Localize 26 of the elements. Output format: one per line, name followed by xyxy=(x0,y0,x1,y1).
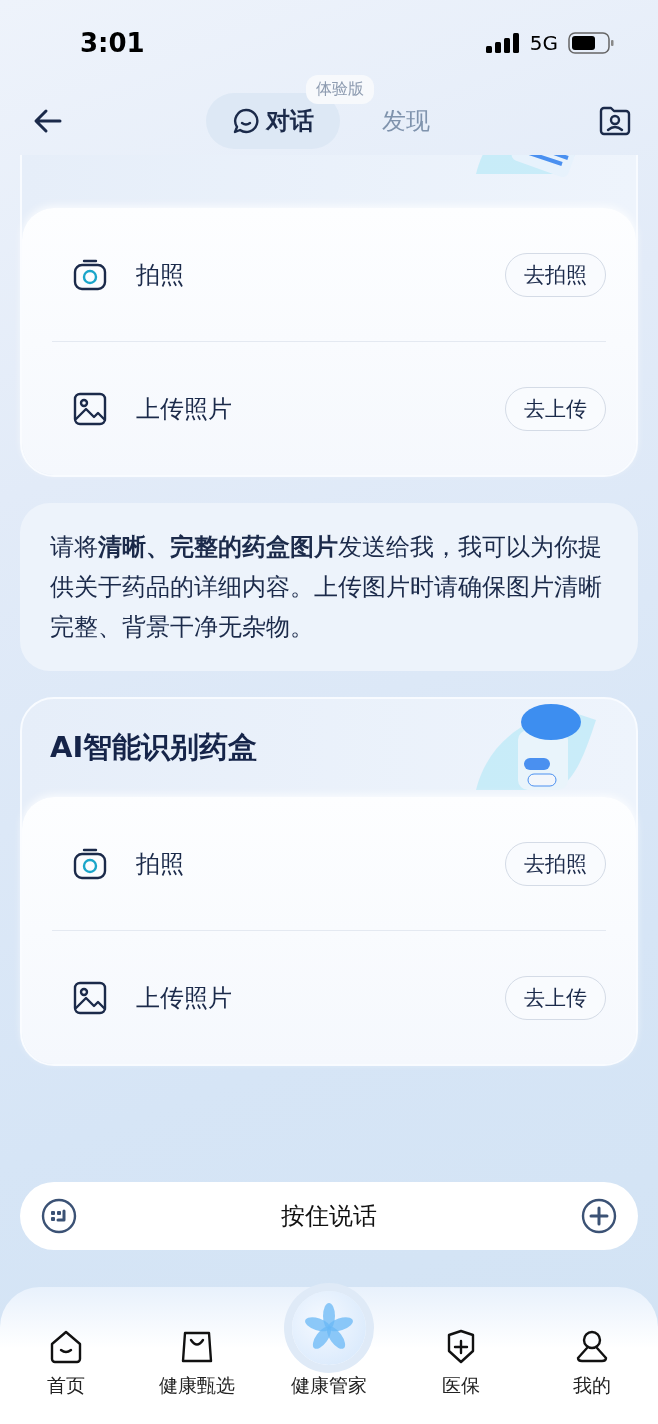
status-time: 3:01 xyxy=(80,28,145,58)
network-label: 5G xyxy=(529,31,558,55)
option-label: 上传照片 xyxy=(136,393,233,425)
hold-to-talk-button[interactable]: 按住说话 xyxy=(271,1194,387,1238)
option-label: 拍照 xyxy=(136,848,185,880)
battery-icon xyxy=(568,32,614,54)
nav-item[interactable]: 首页 xyxy=(0,1329,132,1399)
keyboard-button[interactable] xyxy=(40,1197,78,1235)
nav-item[interactable]: 健康管家 xyxy=(263,1291,395,1399)
option-label: 上传照片 xyxy=(136,982,233,1014)
nav-item[interactable]: 医保 xyxy=(394,1329,527,1399)
action-button[interactable]: 去上传 xyxy=(505,386,606,431)
card-title: AI智能识别药盒 xyxy=(50,729,258,766)
image-icon xyxy=(72,390,108,427)
signal-icon xyxy=(485,33,520,53)
image-icon xyxy=(72,979,108,1016)
action-button[interactable]: 去拍照 xyxy=(505,252,606,297)
action-button[interactable]: 去上传 xyxy=(505,975,606,1020)
chat-icon xyxy=(232,106,260,135)
add-button[interactable] xyxy=(580,1197,618,1235)
action-button[interactable]: 去拍照 xyxy=(505,841,606,886)
trial-badge: 体验版 xyxy=(306,74,374,104)
message-bubble: 请将清晰、完整的药盒图片发送给我，我可以为你提供关于药品的详细内容。上传图片时请确保图片清晰完整、背景干净无杂物。 xyxy=(20,503,638,671)
nav-item[interactable]: 我的 xyxy=(526,1329,658,1399)
option-label: 拍照 xyxy=(136,259,185,291)
nav-item[interactable]: 健康甄选 xyxy=(131,1329,264,1399)
